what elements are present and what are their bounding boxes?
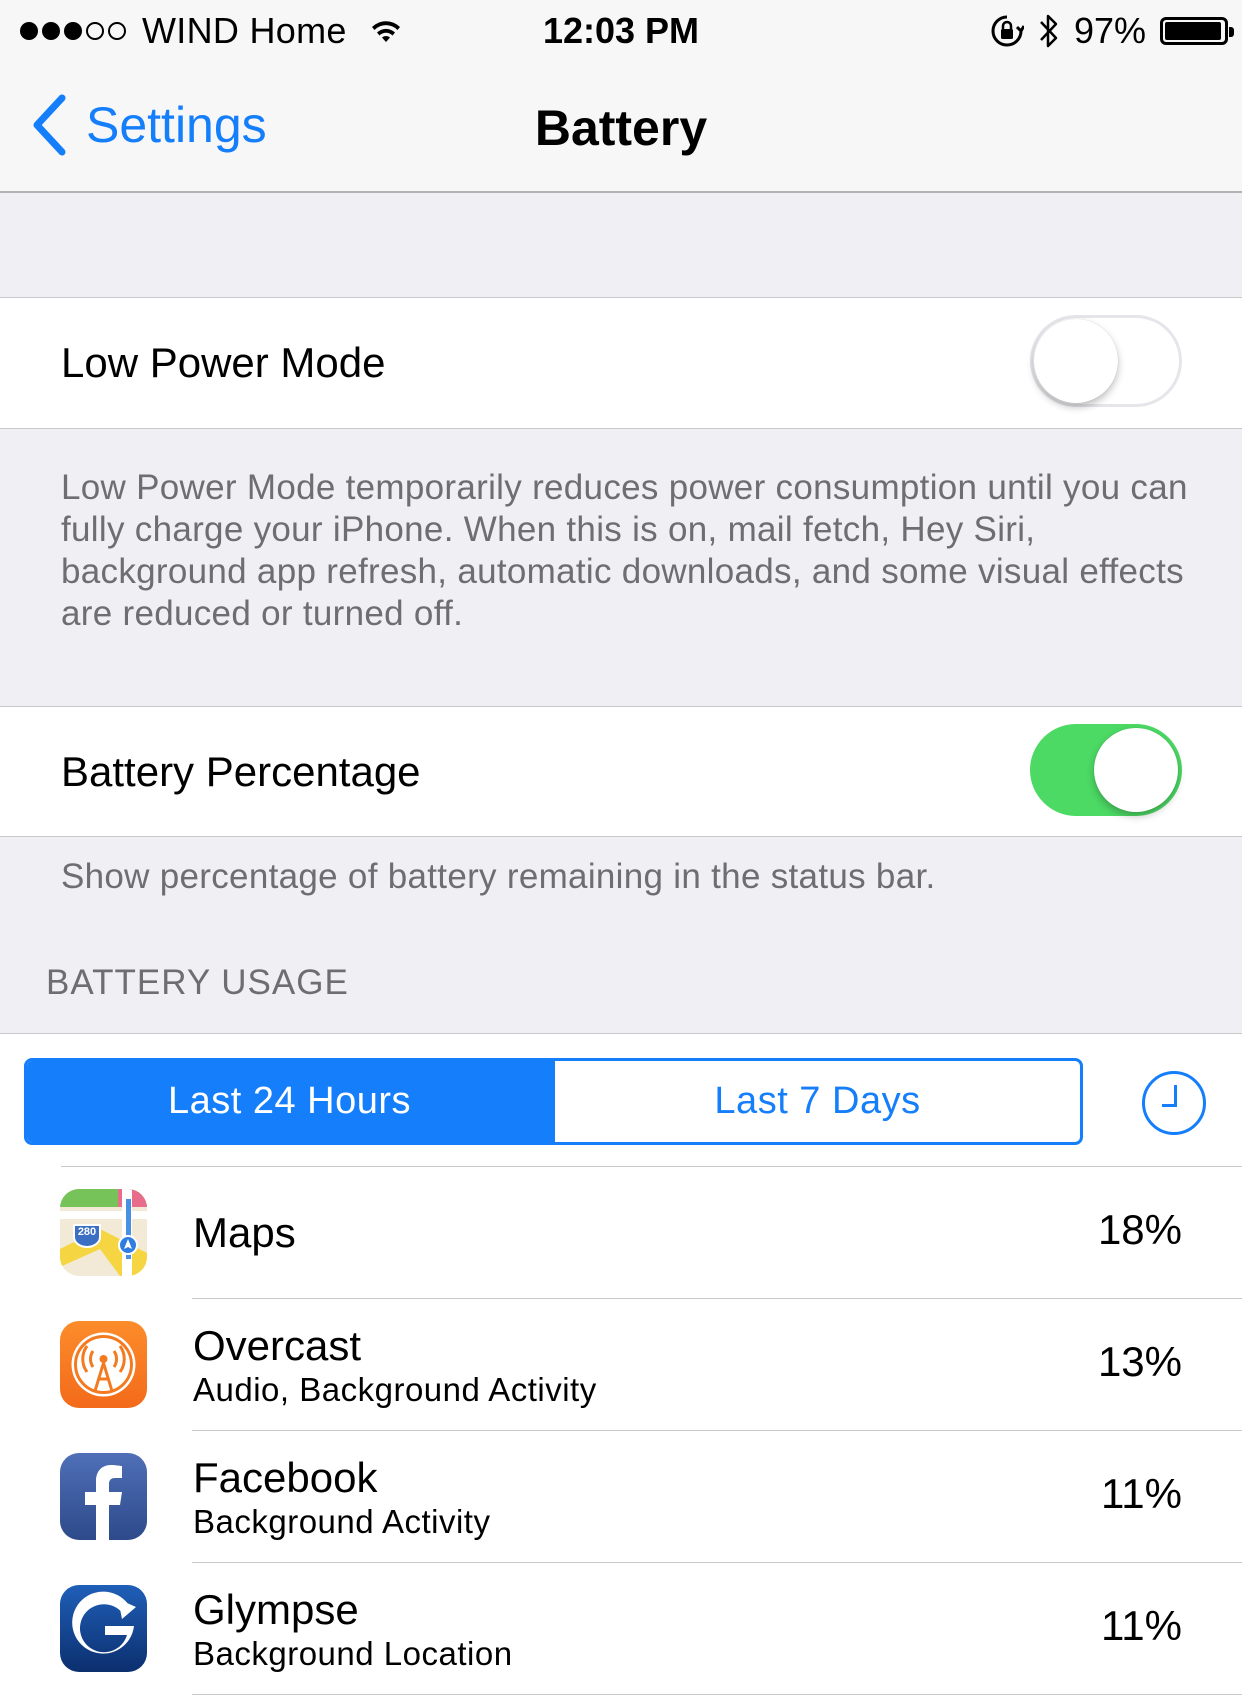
overcast-app-icon	[60, 1321, 147, 1408]
app-name: Facebook	[193, 1454, 378, 1501]
app-row-facebook[interactable]: Facebook Background Activity 11%	[0, 1431, 1242, 1563]
low-power-mode-description: Low Power Mode temporarily reduces power…	[61, 468, 1188, 633]
battery-percentage-cell: Battery Percentage	[0, 706, 1242, 837]
svg-text:280: 280	[78, 1226, 96, 1238]
app-usage-percent: 11%	[1101, 1470, 1182, 1517]
segment-last-24-hours[interactable]: Last 24 Hours	[27, 1061, 552, 1142]
orientation-lock-icon	[991, 15, 1024, 47]
status-bar: WIND Home 12:03 PM 97%	[0, 0, 1242, 62]
low-power-mode-label: Low Power Mode	[61, 339, 386, 386]
status-right: 97%	[976, 10, 1234, 52]
app-usage-detail: Background Location	[193, 1635, 513, 1672]
time-range-segmented-control: Last 24 Hours Last 7 Days	[24, 1058, 1083, 1145]
battery-usage-section: Last 24 Hours Last 7 Days 280 Maps 18% O…	[0, 1033, 1242, 1696]
toggle-knob	[1094, 728, 1178, 812]
segment-last-7-days[interactable]: Last 7 Days	[552, 1061, 1080, 1142]
maps-app-icon: 280	[60, 1189, 147, 1276]
app-name: Maps	[193, 1209, 296, 1256]
bluetooth-icon	[1040, 14, 1058, 48]
app-name: Overcast	[193, 1322, 362, 1369]
navigation-bar: Settings Battery	[0, 62, 1242, 193]
clock-icon[interactable]	[1142, 1071, 1206, 1135]
app-name: Glympse	[193, 1586, 359, 1633]
low-power-mode-toggle[interactable]	[1030, 315, 1182, 407]
app-usage-percent: 11%	[1101, 1602, 1182, 1649]
battery-icon	[1160, 17, 1234, 45]
app-row-maps[interactable]: 280 Maps 18%	[0, 1167, 1242, 1299]
battery-percent-text: 97%	[1073, 10, 1146, 51]
app-usage-percent: 13%	[1097, 1338, 1182, 1385]
battery-level-fill	[1165, 22, 1222, 40]
page-title: Battery	[534, 100, 708, 156]
battery-percentage-toggle[interactable]	[1030, 724, 1182, 816]
app-usage-detail: Background Activity	[193, 1503, 491, 1540]
low-power-mode-cell: Low Power Mode	[0, 297, 1242, 429]
facebook-app-icon	[60, 1453, 147, 1540]
glympse-app-icon	[60, 1585, 147, 1672]
battery-usage-header: BATTERY USAGE	[46, 963, 349, 1002]
battery-percentage-label: Battery Percentage	[61, 748, 421, 795]
app-usage-detail: Audio, Background Activity	[193, 1371, 597, 1408]
battery-percentage-description: Show percentage of battery remaining in …	[61, 857, 936, 896]
app-usage-percent: 18%	[1097, 1206, 1182, 1253]
app-row-glympse[interactable]: Glympse Background Location 11%	[0, 1563, 1242, 1695]
toggle-knob	[1034, 319, 1118, 403]
app-row-overcast[interactable]: Overcast Audio, Background Activity 13%	[0, 1299, 1242, 1431]
